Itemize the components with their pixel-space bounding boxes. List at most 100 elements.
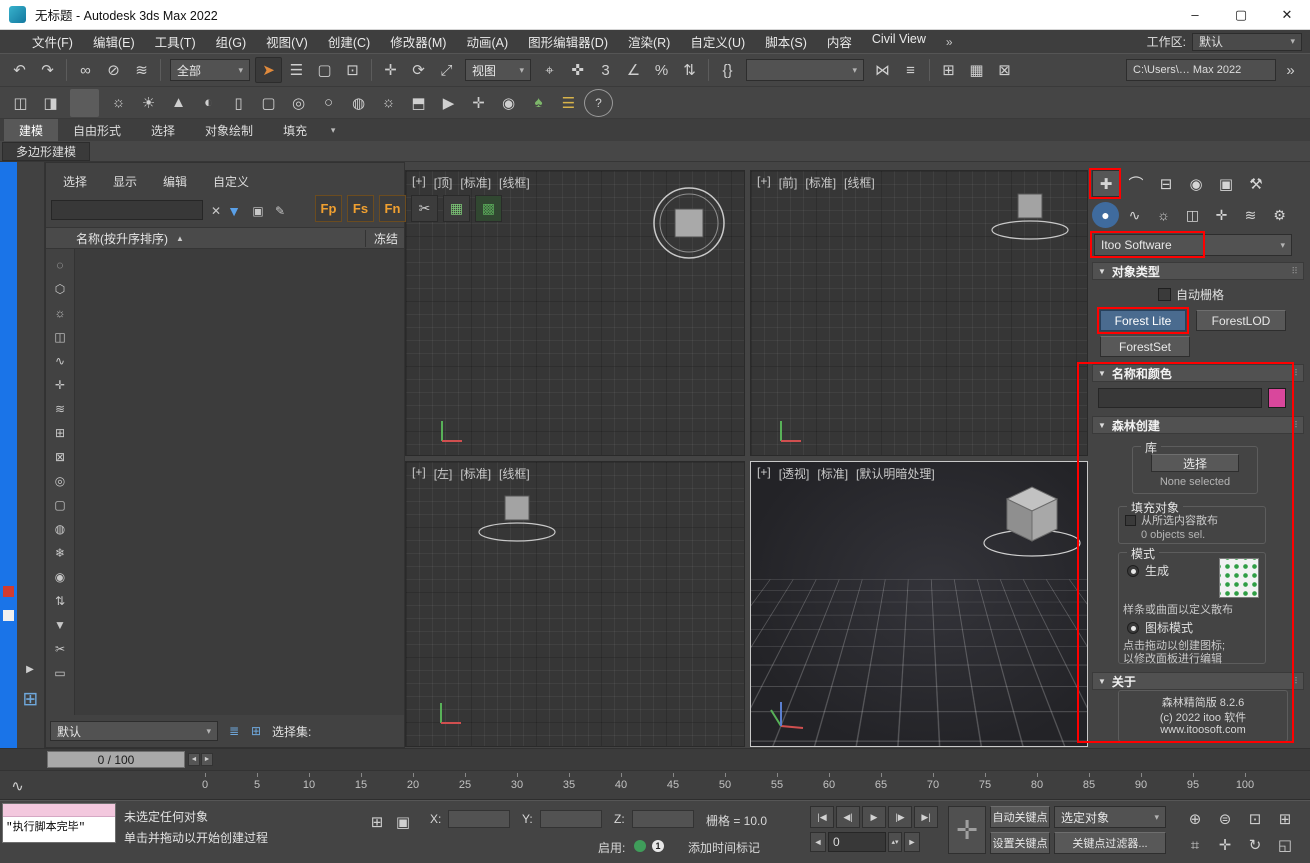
- go-to-start-button[interactable]: |◀: [810, 806, 834, 828]
- key-filters-button[interactable]: 关键点过滤器...: [1054, 832, 1166, 854]
- viewport-menu-pov[interactable]: [前]: [779, 174, 798, 191]
- forest-edit-icon[interactable]: ✂: [411, 195, 438, 222]
- selection-filter-dropdown[interactable]: 全部 ▾: [170, 59, 250, 81]
- display-hidden-icon[interactable]: ◉: [50, 565, 70, 589]
- display-containers-icon[interactable]: ▢: [50, 493, 70, 517]
- select-and-move-icon[interactable]: ✛: [377, 57, 404, 83]
- orbit-icon[interactable]: ↻: [1240, 832, 1270, 858]
- z-coordinate-field[interactable]: [632, 810, 694, 828]
- forest-tree-icon[interactable]: ♠: [524, 89, 553, 117]
- explorer-search-input[interactable]: [51, 200, 203, 220]
- schematic-view-icon[interactable]: ⊠: [991, 57, 1018, 83]
- mode-icon-radio[interactable]: [1127, 622, 1139, 634]
- key-step-forward-button[interactable]: ►: [904, 832, 920, 852]
- helpers-category-icon[interactable]: ✛: [1208, 202, 1235, 228]
- menu-customize[interactable]: 自定义(U): [680, 32, 755, 51]
- ribbon-config-caret-icon[interactable]: ▾: [322, 119, 344, 141]
- select-and-link-icon[interactable]: ∞: [72, 57, 99, 83]
- isolate-eye-icon[interactable]: ◉: [494, 89, 523, 117]
- align-icon[interactable]: ≡: [897, 57, 924, 83]
- forestlod-button[interactable]: ForestLOD: [1196, 310, 1286, 331]
- zoom-icon[interactable]: ⊕: [1180, 806, 1210, 832]
- forest-table-icon[interactable]: ▦: [443, 195, 470, 222]
- light-icon[interactable]: ☼: [374, 89, 403, 117]
- unlink-selection-icon[interactable]: ⊘: [100, 57, 127, 83]
- previous-frame-arrow-icon[interactable]: ◄: [188, 753, 200, 766]
- select-and-rotate-icon[interactable]: ⟳: [405, 57, 432, 83]
- object-name-input[interactable]: [1098, 388, 1262, 408]
- state-sets-icon[interactable]: ▯: [224, 89, 253, 117]
- viewport-front[interactable]: [+] [前] [标准] [线框]: [750, 170, 1088, 456]
- selection-set-dropdown[interactable]: 默认 ▾: [50, 721, 218, 741]
- rollout-forest-create[interactable]: ▼ 森林创建 ⠿: [1092, 416, 1304, 434]
- edit-named-selection-sets-icon[interactable]: {}: [714, 57, 741, 83]
- menu-modifiers[interactable]: 修改器(M): [380, 32, 456, 51]
- selection-lock-toggle-icon[interactable]: ▣: [392, 809, 414, 835]
- geometry-category-icon[interactable]: ●: [1092, 202, 1119, 228]
- explorer-tab-select[interactable]: 选择: [50, 171, 100, 192]
- viewport-menu-pov[interactable]: [顶]: [434, 174, 453, 191]
- menu-graph-editors[interactable]: 图形编辑器(D): [518, 32, 618, 51]
- light-lister-icon[interactable]: ☼: [104, 89, 133, 117]
- viewport-menu-style[interactable]: [标准]: [460, 174, 491, 191]
- viewport-menu-shading[interactable]: [默认明暗处理]: [856, 465, 935, 482]
- explorer-settings-icon[interactable]: ✎: [270, 201, 290, 221]
- curve-editor-icon[interactable]: ▦: [963, 57, 990, 83]
- systems-category-icon[interactable]: ⚙: [1266, 202, 1293, 228]
- absolute-offset-mode-icon[interactable]: ⊞: [366, 809, 388, 835]
- library-select-button[interactable]: 选择: [1151, 454, 1239, 472]
- ribbon-tab-freeform[interactable]: 自由形式: [58, 119, 136, 141]
- filter-icon[interactable]: ▼: [50, 613, 70, 637]
- x-coordinate-field[interactable]: [448, 810, 510, 828]
- display-materials-icon[interactable]: ◍: [50, 517, 70, 541]
- time-slider-thumb[interactable]: 0 / 100: [47, 751, 185, 768]
- current-frame-field[interactable]: 0: [828, 832, 886, 852]
- display-bones-icon[interactable]: ◎: [50, 469, 70, 493]
- environment-icon[interactable]: ◐: [194, 89, 223, 117]
- enable-state-badge[interactable]: 1: [652, 840, 664, 852]
- angle-snap-icon[interactable]: ∠: [620, 57, 647, 83]
- rectangular-selection-region-icon[interactable]: ▢: [311, 57, 338, 83]
- menu-create[interactable]: 创建(C): [318, 32, 380, 51]
- menu-group[interactable]: 组(G): [206, 32, 257, 51]
- viewport-perspective[interactable]: [+] [透视] [标准] [默认明暗处理]: [750, 461, 1088, 747]
- viewport-menu-pov[interactable]: [左]: [434, 465, 453, 482]
- display-frozen-icon[interactable]: ❄: [50, 541, 70, 565]
- sort-icon[interactable]: ⇅: [50, 589, 70, 613]
- forest-lite-button[interactable]: Forest Lite: [1100, 310, 1186, 331]
- named-selection-dropdown[interactable]: ▾: [746, 59, 864, 81]
- explorer-list-area[interactable]: [74, 249, 404, 715]
- torus-primitive-icon[interactable]: ◎: [284, 89, 313, 117]
- render-cross-icon[interactable]: ✛: [464, 89, 493, 117]
- menu-views[interactable]: 视图(V): [256, 32, 318, 51]
- grid-view-icon[interactable]: ⊞: [246, 721, 266, 741]
- spinner-snap-icon[interactable]: ⇅: [676, 57, 703, 83]
- open-mini-curve-editor-icon[interactable]: ∿: [4, 773, 31, 799]
- sun-positioner-icon[interactable]: ☀: [134, 89, 163, 117]
- help-icon[interactable]: ?: [584, 89, 613, 117]
- motion-tab-icon[interactable]: ◉: [1182, 170, 1210, 197]
- menu-edit[interactable]: 编辑(E): [83, 32, 145, 51]
- zoom-extents-all-icon[interactable]: ⊞: [1270, 806, 1300, 832]
- display-xrefs-icon[interactable]: ⊠: [50, 445, 70, 469]
- select-and-scale-icon[interactable]: ⤢: [433, 57, 460, 83]
- spacewarps-category-icon[interactable]: ≋: [1237, 202, 1264, 228]
- menu-scripting[interactable]: 脚本(S): [755, 32, 817, 51]
- render-setup-icon[interactable]: ⬒: [404, 89, 433, 117]
- display-cameras-icon[interactable]: ◫: [50, 325, 70, 349]
- ring-primitive-icon[interactable]: ○: [314, 89, 343, 117]
- key-selection-dropdown[interactable]: 选定对象 ▾: [1054, 806, 1166, 828]
- explorer-tab-edit[interactable]: 编辑: [150, 171, 200, 192]
- menu-overflow-icon[interactable]: »: [936, 35, 963, 49]
- select-object-icon[interactable]: ➤: [255, 57, 282, 83]
- explorer-tab-display[interactable]: 显示: [100, 171, 150, 192]
- plugin-category-dropdown[interactable]: Itoo Software ▾: [1094, 234, 1292, 256]
- enable-toggle-icon[interactable]: [634, 840, 646, 852]
- maximize-viewport-toggle-icon[interactable]: ◱: [1270, 832, 1300, 858]
- display-none-icon[interactable]: ◌: [50, 253, 70, 277]
- utilities-tab-icon[interactable]: ⚒: [1242, 170, 1270, 197]
- cameras-category-icon[interactable]: ◫: [1179, 202, 1206, 228]
- display-lights-icon[interactable]: ☼: [50, 301, 70, 325]
- menu-rendering[interactable]: 渲染(R): [618, 32, 680, 51]
- shapes-category-icon[interactable]: ∿: [1121, 202, 1148, 228]
